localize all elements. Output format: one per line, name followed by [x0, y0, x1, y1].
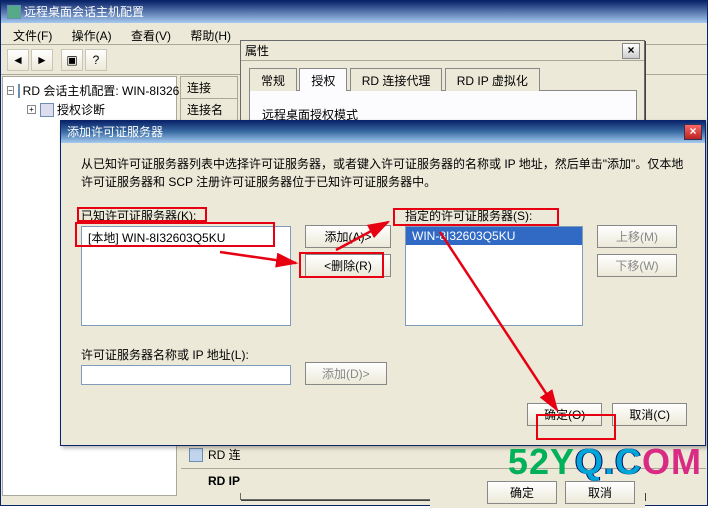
- bottom-item2: RD IP: [208, 474, 240, 488]
- main-titlebar: 远程桌面会话主机配置: [1, 1, 707, 23]
- known-item-0[interactable]: [本地] WIN-8I32603Q5KU: [82, 227, 290, 248]
- prop-ok-button[interactable]: 确定: [487, 481, 557, 504]
- tree-node-host[interactable]: − RD 会话主机配置: WIN-8I326: [7, 81, 172, 100]
- prop-tabs: 常规 授权 RD 连接代理 RD IP 虚拟化: [241, 61, 644, 90]
- spec-col: 指定的许可证服务器(S): WIN-8I32603Q5KU: [405, 207, 583, 326]
- bottom-item1: RD 连: [208, 446, 241, 463]
- spec-label: 指定的许可证服务器(S):: [405, 207, 583, 224]
- up-button[interactable]: 上移(M): [597, 225, 677, 248]
- tb-fwd-icon[interactable]: ►: [31, 49, 53, 71]
- tree-label-diag: 授权诊断: [57, 101, 105, 118]
- main-title: 远程桌面会话主机配置: [24, 1, 144, 23]
- host-icon: [18, 84, 20, 98]
- add-button[interactable]: 添加(A)>: [305, 225, 391, 248]
- name-col: 许可证服务器名称或 IP 地址(L):: [81, 346, 291, 385]
- cancel-button[interactable]: 取消(C): [612, 403, 687, 426]
- dialog-body: 从已知许可证服务器列表中选择许可证服务器，或者键入许可证服务器的名称或 IP 地…: [61, 143, 705, 397]
- tree-label-host: RD 会话主机配置: WIN-8I326: [23, 82, 180, 99]
- close-icon[interactable]: ×: [684, 124, 702, 140]
- name-input[interactable]: [81, 365, 291, 385]
- menu-file[interactable]: 文件(F): [5, 25, 60, 46]
- prop-cancel-button[interactable]: 取消: [565, 481, 635, 504]
- dialog-titlebar: 添加许可证服务器 ×: [61, 121, 705, 143]
- tab-general[interactable]: 常规: [249, 68, 297, 91]
- prop-title: 属性: [245, 42, 269, 59]
- known-label: 已知许可证服务器(K):: [81, 207, 291, 224]
- dialog-title: 添加许可证服务器: [67, 121, 163, 143]
- conn-h1: 连接: [181, 77, 237, 99]
- spec-item-0[interactable]: WIN-8I32603Q5KU: [406, 227, 582, 245]
- delete-button[interactable]: <删除(R): [305, 254, 391, 277]
- menu-view[interactable]: 查看(V): [123, 25, 179, 46]
- tb-back-icon[interactable]: ◄: [7, 49, 29, 71]
- app-icon: [7, 5, 21, 19]
- dialog-desc: 从已知许可证服务器列表中选择许可证服务器，或者键入许可证服务器的名称或 IP 地…: [81, 155, 685, 191]
- spec-listbox[interactable]: WIN-8I32603Q5KU: [405, 226, 583, 326]
- dialog-footer: 确定(O) 取消(C): [61, 397, 705, 438]
- tab-ip[interactable]: RD IP 虚拟化: [445, 68, 540, 91]
- diag-icon: [40, 103, 54, 117]
- down-button[interactable]: 下移(W): [597, 254, 677, 277]
- right-buttons: 上移(M) 下移(W): [597, 207, 677, 326]
- expand-icon[interactable]: +: [27, 105, 36, 114]
- add-license-server-dialog: 添加许可证服务器 × 从已知许可证服务器列表中选择许可证服务器，或者键入许可证服…: [60, 120, 706, 446]
- menu-help[interactable]: 帮助(H): [182, 25, 239, 46]
- known-col: 已知许可证服务器(K): [本地] WIN-8I32603Q5KU: [81, 207, 291, 326]
- conn-h2: 连接名: [181, 99, 237, 121]
- expand-icon[interactable]: −: [7, 86, 14, 95]
- close-icon[interactable]: ×: [622, 43, 640, 59]
- menu-action[interactable]: 操作(A): [64, 25, 120, 46]
- mid-buttons: 添加(A)> <删除(R): [305, 207, 391, 326]
- tree-node-diag[interactable]: + 授权诊断: [7, 100, 172, 119]
- tab-license[interactable]: 授权: [299, 68, 347, 91]
- known-listbox[interactable]: [本地] WIN-8I32603Q5KU: [81, 226, 291, 326]
- add2-button[interactable]: 添加(D)>: [305, 362, 387, 385]
- tab-broker[interactable]: RD 连接代理: [350, 68, 443, 91]
- tb-refresh-icon[interactable]: ▣: [61, 49, 83, 71]
- name-label: 许可证服务器名称或 IP 地址(L):: [81, 346, 291, 363]
- ok-button[interactable]: 确定(O): [527, 403, 602, 426]
- tb-help-icon[interactable]: ?: [85, 49, 107, 71]
- prop-titlebar: 属性 ×: [241, 41, 644, 61]
- conn-panel: 连接 连接名: [180, 76, 238, 122]
- rd-icon: [189, 448, 203, 462]
